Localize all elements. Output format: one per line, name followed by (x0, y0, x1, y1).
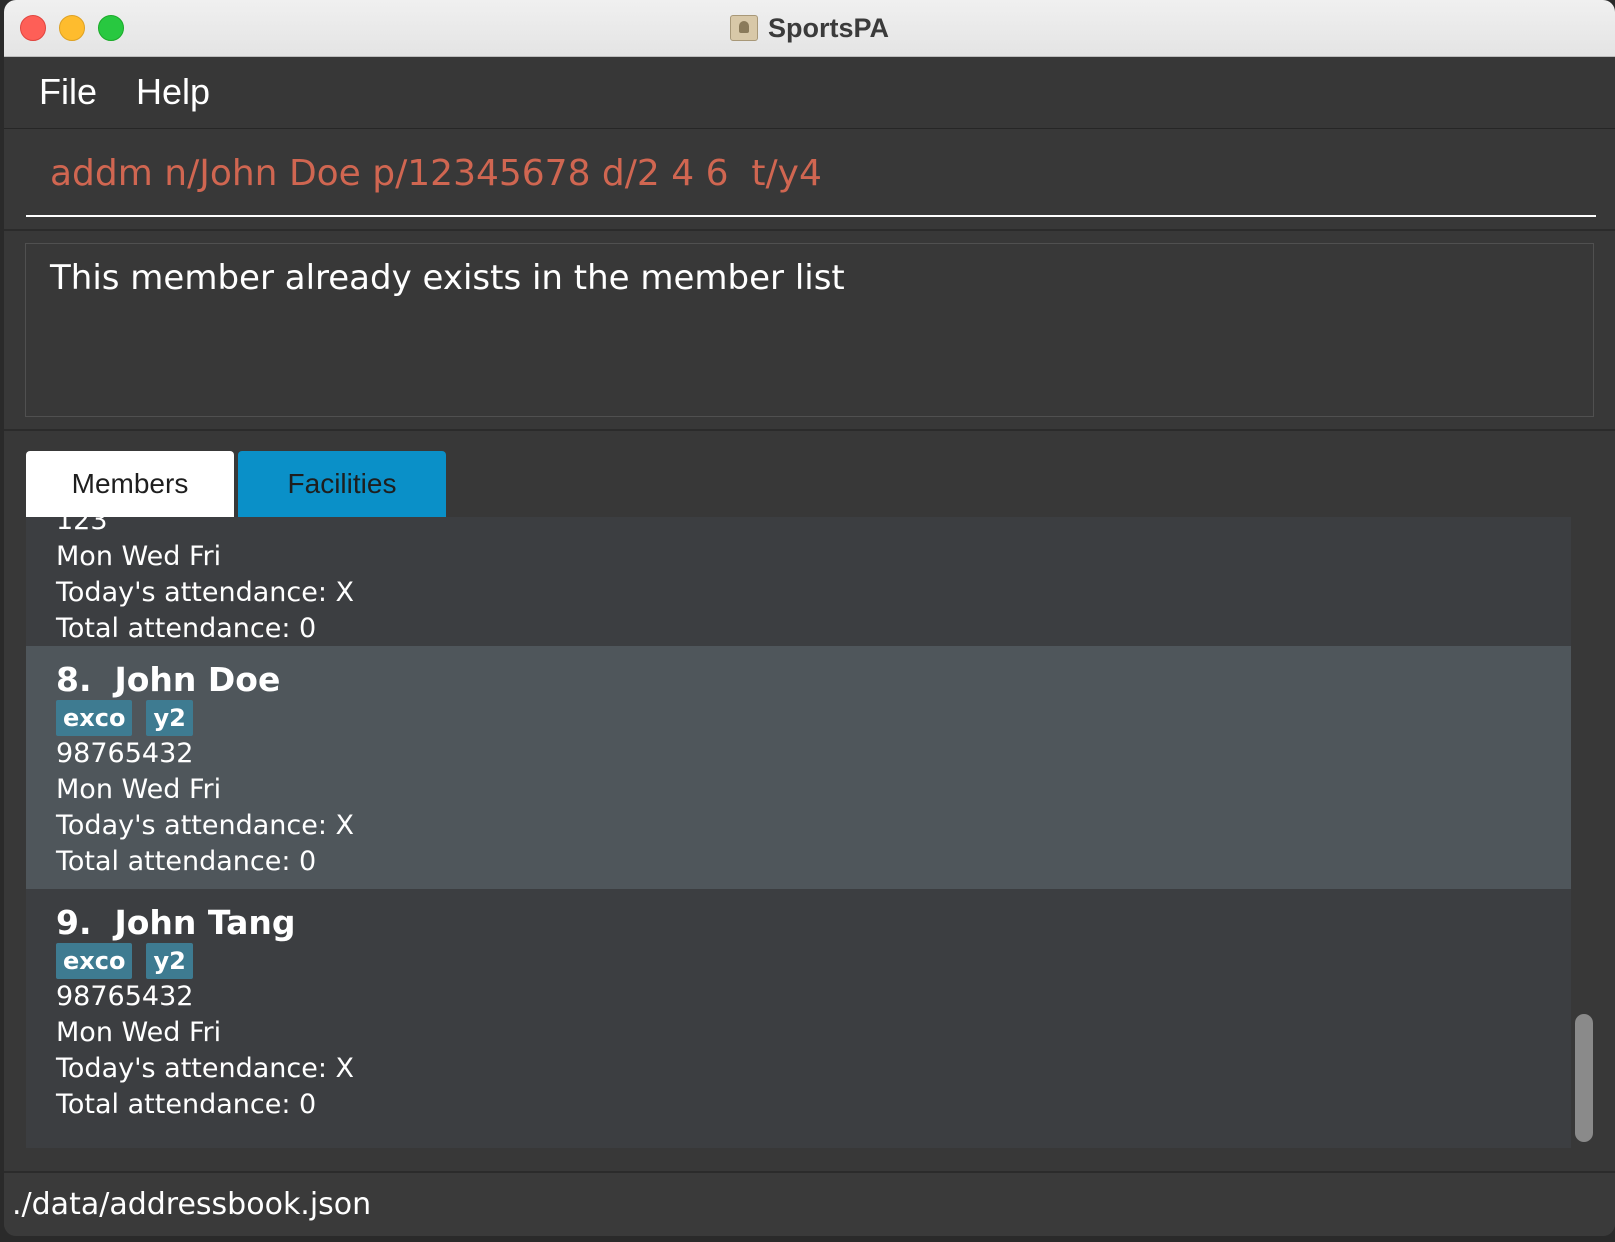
member-tag: y2 (146, 943, 193, 979)
member-days: Mon Wed Fri (56, 541, 222, 572)
member-tag: y2 (146, 700, 193, 736)
menu-file[interactable]: File (39, 71, 97, 113)
command-input-text: addm n/John Doe p/12345678 d/2 4 6 t/y4 (50, 153, 822, 194)
member-days: Mon Wed Fri (56, 774, 222, 805)
member-today-attendance: Today's attendance: X (56, 577, 355, 608)
result-area: This member already exists in the member… (4, 231, 1615, 431)
tab-pane: Members Facilities 123 Mon Wed Fri Today… (4, 431, 1615, 1171)
member-card[interactable]: 9. John Tang exco y2 98765432 Mon Wed Fr… (26, 889, 1571, 1132)
app-window: SportsPA File Help addm n/John Doe p/123… (4, 0, 1615, 1236)
command-input[interactable]: addm n/John Doe p/12345678 d/2 4 6 t/y4 (26, 143, 1596, 217)
member-today-attendance: Today's attendance: X (56, 1053, 355, 1084)
command-area: addm n/John Doe p/12345678 d/2 4 6 t/y4 (4, 129, 1615, 231)
tab-members[interactable]: Members (26, 451, 234, 517)
list-scrollbar[interactable] (1575, 1014, 1593, 1142)
member-list[interactable]: 123 Mon Wed Fri Today's attendance: X To… (26, 517, 1571, 1148)
member-index: 9. (56, 903, 92, 942)
member-phone: 98765432 (56, 981, 194, 1012)
member-today-attendance: Today's attendance: X (56, 810, 355, 841)
member-name: 9. John Tang (56, 903, 1571, 943)
member-tags: exco y2 (56, 943, 1571, 979)
window-title: SportsPA (767, 12, 889, 43)
member-tag: exco (56, 700, 133, 736)
menu-bar: File Help (4, 57, 1615, 129)
member-name-text: John Tang (114, 903, 296, 942)
member-tags: exco y2 (56, 700, 1571, 736)
menu-help[interactable]: Help (136, 71, 210, 113)
status-file-path: ./data/addressbook.json (12, 1187, 372, 1222)
member-name-text: John Doe (114, 660, 281, 699)
tab-facilities[interactable]: Facilities (238, 451, 446, 517)
member-index: 8. (56, 660, 92, 699)
app-icon (729, 15, 758, 41)
member-card[interactable]: 8. John Doe exco y2 98765432 Mon Wed Fri… (26, 646, 1571, 889)
member-card-partial[interactable]: 123 Mon Wed Fri Today's attendance: X To… (26, 517, 1571, 646)
status-bar: ./data/addressbook.json (4, 1171, 1615, 1236)
tab-members-label: Members (71, 468, 189, 499)
member-total-attendance: Total attendance: 0 (56, 846, 317, 877)
tab-facilities-label: Facilities (287, 468, 397, 499)
result-display[interactable]: This member already exists in the member… (25, 243, 1594, 417)
member-tag: exco (56, 943, 133, 979)
member-phone: 98765432 (56, 738, 194, 769)
member-name: 8. John Doe (56, 660, 1571, 700)
result-message: This member already exists in the member… (50, 258, 845, 298)
member-phone: 123 (56, 517, 108, 536)
member-total-attendance: Total attendance: 0 (56, 1089, 317, 1120)
window-title-group: SportsPA (4, 0, 1615, 56)
title-bar[interactable]: SportsPA (4, 0, 1615, 57)
member-days: Mon Wed Fri (56, 1017, 222, 1048)
member-total-attendance: Total attendance: 0 (56, 613, 317, 644)
